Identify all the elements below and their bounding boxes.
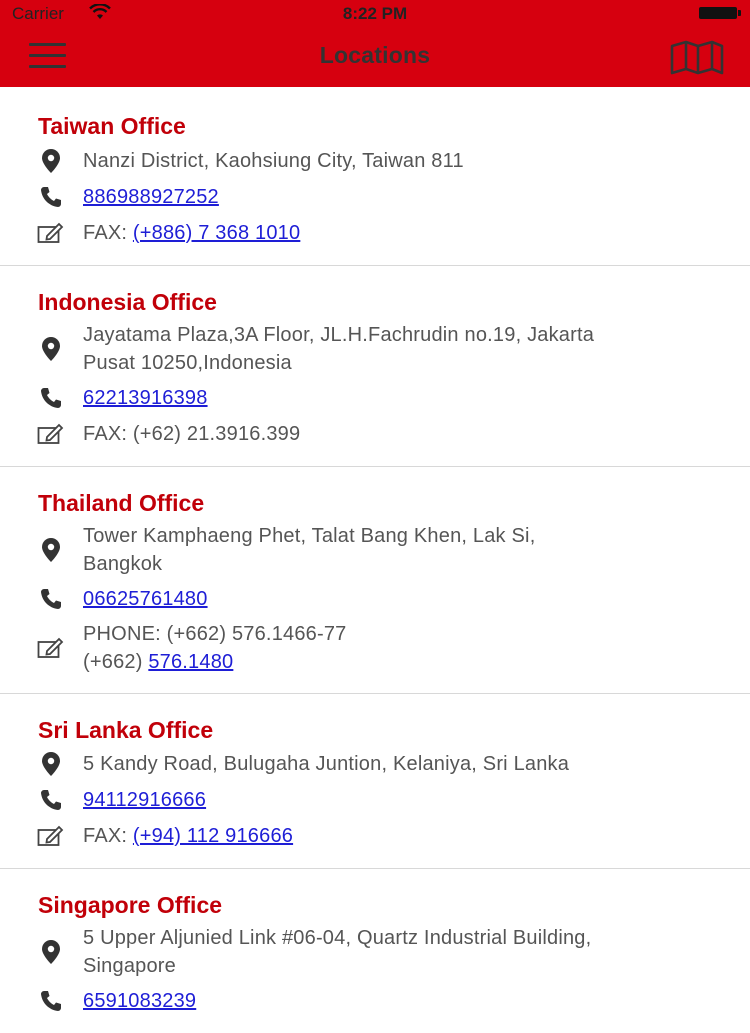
address-row: Jayatama Plaza,3A Floor, JL.H.Fachrudin … (0, 321, 750, 377)
fax-text: FAX: (+94) 112 916666 (83, 822, 293, 850)
location-pin-icon (36, 535, 66, 565)
phone-row: 94112916666 (0, 785, 750, 815)
office-title: Taiwan Office (38, 113, 186, 139)
office-title: Sri Lanka Office (38, 717, 214, 743)
locations-list: Taiwan Office Nanzi District, Kaohsiung … (0, 87, 750, 1033)
office-card: Singapore Office 5 Upper Aljunied Link #… (0, 869, 750, 1033)
phone-link[interactable]: 62213916398 (83, 387, 208, 409)
fax-link[interactable]: (+94) 112 916666 (133, 825, 293, 847)
phone-icon (36, 182, 66, 212)
edit-note-icon (36, 821, 66, 851)
office-title: Singapore Office (38, 892, 223, 918)
location-pin-icon (36, 146, 66, 176)
address-text: Jayatama Plaza,3A Floor, JL.H.Fachrudin … (83, 321, 594, 377)
office-card: Indonesia Office Jayatama Plaza,3A Floor… (0, 266, 750, 467)
address-row: 5 Upper Aljunied Link #06-04, Quartz Ind… (0, 924, 750, 980)
phone-row: 06625761480 (0, 584, 750, 614)
address-row: Nanzi District, Kaohsiung City, Taiwan 8… (0, 146, 750, 176)
app-header: Carrier 8:22 PM Locations (0, 0, 750, 87)
edit-note-icon (36, 633, 66, 663)
fax-row: FAX: (+94) 112 916666 (0, 821, 750, 851)
address-row: Tower Kamphaeng Phet, Talat Bang Khen, L… (0, 522, 750, 578)
phone-row: 62213916398 (0, 383, 750, 413)
fax-label: FAX: (83, 222, 133, 244)
phone-link[interactable]: 886988927252 (83, 186, 219, 208)
phone-link[interactable]: 94112916666 (83, 789, 206, 811)
address-text: Tower Kamphaeng Phet, Talat Bang Khen, L… (83, 522, 535, 578)
address-line: Pusat 10250,Indonesia (83, 352, 292, 374)
map-icon (670, 40, 724, 75)
address-line: Tower Kamphaeng Phet, Talat Bang Khen, L… (83, 525, 536, 547)
address-row: 5 Kandy Road, Bulugaha Juntion, Kelaniya… (0, 749, 750, 779)
fax-text: FAX: (+886) 7 368 1010 (83, 219, 300, 247)
location-pin-icon (36, 334, 66, 364)
office-card: Taiwan Office Nanzi District, Kaohsiung … (0, 87, 750, 266)
fax-row: FAX: (+886) 7 368 1010 (0, 218, 750, 248)
phone-row: 6591083239 (0, 986, 750, 1016)
fax-text: PHONE: (+662) 576.1466-77 (+662) 576.1480 (83, 620, 347, 676)
phone-prefix: (+662) (83, 651, 149, 673)
fax-link[interactable]: 576.1480 (148, 651, 233, 673)
fax-label: FAX: (83, 825, 133, 847)
address-line: Bangkok (83, 553, 163, 575)
address-text: 5 Upper Aljunied Link #06-04, Quartz Ind… (83, 924, 591, 980)
phone-link[interactable]: 06625761480 (83, 588, 208, 610)
battery-icon (699, 7, 741, 19)
phone-numbers-line: PHONE: (+662) 576.1466-77 (83, 623, 347, 645)
location-pin-icon (36, 749, 66, 779)
office-title: Indonesia Office (38, 289, 217, 315)
clock: 8:22 PM (342, 4, 408, 23)
fax-text: FAX: (+62) 21.3916.399 (83, 423, 301, 445)
office-card: Sri Lanka Office 5 Kandy Road, Bulugaha … (0, 694, 750, 869)
office-title: Thailand Office (38, 490, 205, 516)
phone-row: 886988927252 (0, 182, 750, 212)
page-title: Locations (319, 42, 431, 68)
map-button[interactable] (670, 40, 724, 75)
office-card: Thailand Office Tower Kamphaeng Phet, Ta… (0, 467, 750, 694)
edit-note-icon (36, 419, 66, 449)
edit-note-icon (36, 218, 66, 248)
phone-link[interactable]: 6591083239 (83, 990, 196, 1012)
address-text: 5 Kandy Road, Bulugaha Juntion, Kelaniya… (83, 753, 570, 775)
fax-link[interactable]: (+886) 7 368 1010 (133, 222, 300, 244)
fax-row: PHONE: (+662) 576.1466-77 (+662) 576.1480 (0, 620, 750, 676)
address-line: Singapore (83, 955, 176, 977)
status-bar: Carrier 8:22 PM (0, 0, 750, 28)
phone-icon (36, 986, 66, 1016)
address-text: Nanzi District, Kaohsiung City, Taiwan 8… (83, 150, 464, 172)
phone-icon (36, 785, 66, 815)
address-line: Jayatama Plaza,3A Floor, JL.H.Fachrudin … (83, 324, 595, 346)
location-pin-icon (36, 937, 66, 967)
fax-row: FAX: (+62) 21.3916.399 (0, 419, 750, 449)
address-line: 5 Upper Aljunied Link #06-04, Quartz Ind… (83, 927, 592, 949)
phone-icon (36, 584, 66, 614)
phone-icon (36, 383, 66, 413)
